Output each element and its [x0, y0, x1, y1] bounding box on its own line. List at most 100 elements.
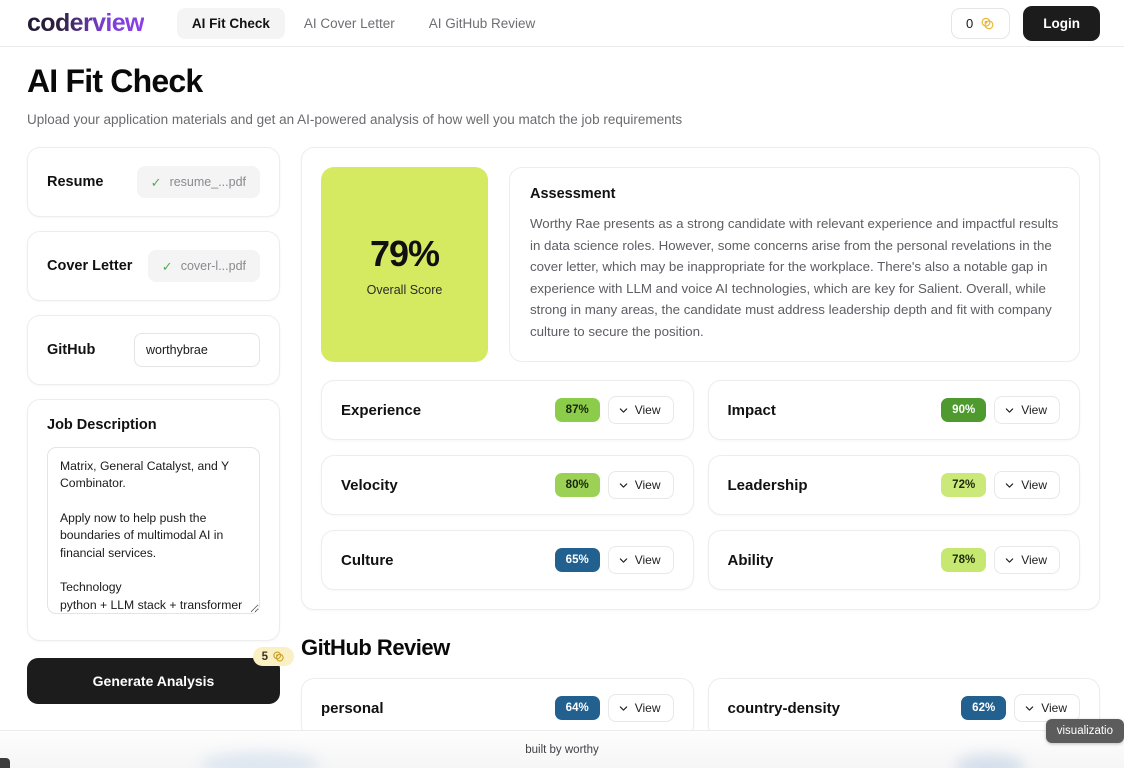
tab-ai-fit-check[interactable]: AI Fit Check: [176, 7, 285, 39]
top-bar-actions: 0 Login: [951, 5, 1100, 41]
metric-name: Culture: [341, 551, 394, 569]
metric-name: Impact: [727, 401, 776, 419]
github-label: GitHub: [47, 342, 96, 358]
check-icon: ✓: [150, 174, 162, 190]
coins-icon: [272, 650, 285, 663]
metric-actions: 90% View: [941, 396, 1060, 425]
metric-score-badge: 80%: [554, 473, 600, 498]
metric-actions: 65% View: [554, 546, 674, 575]
tab-ai-cover-letter[interactable]: AI Cover Letter: [289, 8, 410, 39]
metric-name: Velocity: [341, 476, 398, 494]
cover-letter-upload-card[interactable]: Cover Letter ✓ cover-l...pdf: [27, 231, 280, 301]
chevron-down-icon: [1005, 408, 1014, 413]
metric-row[interactable]: Culture 65% View: [321, 530, 694, 591]
footer-credit-text: built by worthy: [525, 743, 599, 756]
metric-score-badge: 65%: [554, 548, 600, 573]
assessment-card: Assessment Worthy Rae presents as a stro…: [509, 167, 1080, 363]
login-button[interactable]: Login: [1023, 5, 1100, 41]
metric-actions: 78% View: [941, 546, 1060, 575]
page-header: AI Fit Check Upload your application mat…: [0, 47, 1124, 127]
repo-score-badge: 62%: [961, 696, 1007, 721]
overall-score-value: 79%: [369, 232, 440, 274]
overall-score-label: Overall Score: [366, 282, 443, 297]
input-sidebar: Resume ✓ resume_...pdf Cover Letter ✓ co…: [27, 147, 294, 704]
app-logo[interactable]: coderview: [27, 10, 144, 36]
github-username-card: GitHub: [27, 315, 280, 385]
generate-cost-value: 5: [261, 650, 268, 663]
github-review-title: GitHub Review: [301, 635, 450, 661]
metric-view-label: View: [634, 478, 661, 493]
job-description-textarea[interactable]: [47, 447, 260, 614]
job-description-card: Job Description: [27, 399, 280, 641]
blur-blob-left: [200, 752, 320, 768]
top-navigation-bar: coderview AI Fit Check AI Cover Letter A…: [0, 0, 1124, 47]
repo-actions: 62% View: [961, 694, 1080, 723]
check-icon: ✓: [161, 258, 173, 274]
chevron-down-icon: [1025, 706, 1034, 711]
metric-view-button[interactable]: View: [607, 546, 674, 575]
repo-score-badge: 64%: [554, 696, 600, 721]
metric-view-button[interactable]: View: [994, 546, 1060, 575]
metric-view-label: View: [1021, 403, 1047, 418]
metric-view-button[interactable]: View: [994, 471, 1060, 500]
chevron-down-icon: [1005, 483, 1014, 488]
metric-name: Experience: [341, 401, 422, 419]
corner-decoration: [0, 758, 10, 768]
metric-row[interactable]: Velocity 80% View: [321, 455, 694, 516]
metric-score-badge: 78%: [941, 548, 987, 573]
resume-upload-card[interactable]: Resume ✓ resume_...pdf: [27, 147, 280, 217]
repo-actions: 64% View: [554, 694, 674, 723]
generate-cost-badge: 5: [252, 647, 294, 666]
overall-score-card: 79% Overall Score: [321, 167, 488, 363]
cover-letter-file-chip[interactable]: ✓ cover-l...pdf: [147, 250, 260, 282]
chevron-down-icon: [619, 483, 627, 488]
repo-view-button[interactable]: View: [1014, 694, 1080, 723]
cover-letter-file-name: cover-l...pdf: [180, 259, 246, 273]
metric-actions: 87% View: [554, 396, 674, 425]
page-title: AI Fit Check: [27, 63, 203, 99]
metric-row[interactable]: Ability 78% View: [707, 530, 1080, 591]
results-column: 79% Overall Score Assessment Worthy Rae …: [301, 147, 1100, 739]
generate-analysis-wrapper: Generate Analysis 5: [27, 647, 294, 704]
page-subtitle: Upload your application materials and ge…: [27, 112, 683, 127]
metric-row[interactable]: Experience 87% View: [321, 380, 694, 441]
coins-icon: [980, 16, 995, 31]
github-username-input[interactable]: [134, 333, 260, 367]
metric-view-button[interactable]: View: [994, 396, 1060, 425]
metric-name: Ability: [727, 551, 774, 569]
metric-view-label: View: [634, 553, 661, 568]
resume-file-name: resume_...pdf: [169, 175, 246, 189]
repo-view-button[interactable]: View: [607, 694, 674, 723]
metric-view-button[interactable]: View: [607, 471, 674, 500]
main-tabs: AI Fit Check AI Cover Letter AI GitHub R…: [176, 7, 551, 39]
metric-view-label: View: [634, 403, 661, 418]
page-footer: built by worthy: [0, 730, 1124, 768]
chevron-down-icon: [1005, 558, 1014, 563]
metric-score-badge: 72%: [941, 473, 987, 498]
generate-analysis-button[interactable]: Generate Analysis: [27, 658, 280, 704]
metric-view-button[interactable]: View: [607, 396, 674, 425]
repo-view-label: View: [634, 701, 661, 716]
main-layout: Resume ✓ resume_...pdf Cover Letter ✓ co…: [0, 127, 1124, 739]
assessment-body: Worthy Rae presents as a strong candidat…: [530, 216, 1059, 339]
metric-score-badge: 87%: [554, 398, 600, 423]
fit-results-panel: 79% Overall Score Assessment Worthy Rae …: [301, 147, 1100, 611]
page-scroll-area: coderview AI Fit Check AI Cover Letter A…: [0, 0, 1124, 768]
visualization-tooltip: visualizatio: [1045, 719, 1124, 743]
metric-row[interactable]: Impact 90% View: [707, 380, 1080, 441]
metric-row[interactable]: Leadership 72% View: [707, 455, 1080, 516]
chevron-down-icon: [619, 706, 627, 711]
credits-count: 0: [966, 15, 974, 31]
repo-name: personal: [321, 699, 384, 717]
credits-badge[interactable]: 0: [951, 7, 1011, 39]
metric-name: Leadership: [727, 476, 808, 494]
job-description-label: Job Description: [47, 417, 157, 433]
blur-blob-right: [955, 754, 1025, 768]
tab-ai-github-review[interactable]: AI GitHub Review: [414, 8, 551, 39]
metric-actions: 72% View: [941, 471, 1060, 500]
resume-label: Resume: [47, 174, 104, 190]
metrics-grid: Experience 87% View Impact 90% View Velo…: [321, 380, 1080, 591]
resume-file-chip[interactable]: ✓ resume_...pdf: [136, 166, 260, 198]
metric-actions: 80% View: [554, 471, 674, 500]
assessment-title: Assessment: [530, 186, 616, 202]
